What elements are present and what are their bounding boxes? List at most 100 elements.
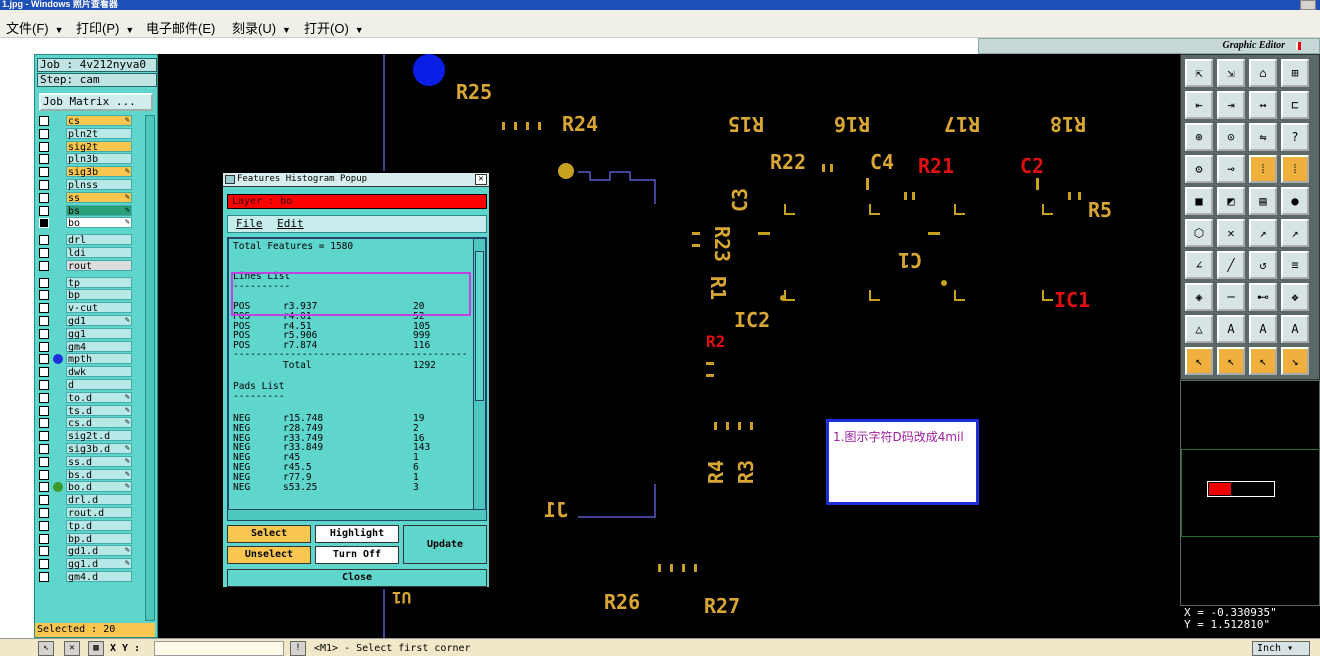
layer-checkbox[interactable]	[39, 167, 49, 178]
layer-checkbox[interactable]	[39, 180, 49, 190]
layer-row-gm4[interactable]: gm4	[39, 340, 143, 353]
menu-burn[interactable]: 刻录(U) ▼	[232, 18, 291, 37]
pointer-icon[interactable]: ↖	[1185, 347, 1213, 375]
pan-right-icon[interactable]: ⇥	[1217, 91, 1245, 119]
layer-row-ss[interactable]: ss ✎	[39, 191, 143, 204]
menu-email[interactable]: 电子邮件(E)	[146, 18, 215, 37]
layer-row-bp[interactable]: bp	[39, 289, 143, 301]
layer-row-sig2t[interactable]: sig2t	[39, 140, 143, 153]
layer-scrollbar[interactable]	[145, 115, 155, 621]
layer-checkbox[interactable]	[39, 192, 49, 203]
help-icon[interactable]: ?	[1281, 123, 1309, 151]
layer-row-ldi[interactable]: ldi	[39, 247, 143, 259]
delete-icon[interactable]: ✕	[1217, 219, 1245, 247]
horizontal-icon[interactable]: ─	[1217, 283, 1245, 311]
zoom-back-icon[interactable]: ↔	[1249, 91, 1277, 119]
xy-input[interactable]	[154, 641, 284, 656]
layer-checkbox[interactable]	[39, 218, 49, 229]
pan-left-icon[interactable]: ⇤	[1185, 91, 1213, 119]
layer-checkbox[interactable]	[39, 154, 49, 165]
move-icon[interactable]: ↗	[1249, 219, 1277, 247]
layer-row-bo.d[interactable]: bo.d ✎	[39, 481, 143, 493]
grid-icon[interactable]: ▦	[88, 641, 104, 656]
layer-row-cs.d[interactable]: cs.d ✎	[39, 417, 143, 429]
zoom-center-icon[interactable]: ⊙	[1217, 123, 1245, 151]
connect-icon[interactable]: ⊷	[1249, 283, 1277, 311]
close-icon[interactable]: ✕	[475, 174, 487, 185]
zoom-fit-icon[interactable]: ⊕	[1185, 123, 1213, 151]
layer-checkbox[interactable]	[39, 572, 49, 582]
layer-row-gm4.d[interactable]: gm4.d	[39, 571, 143, 583]
layer-row-ss.d[interactable]: ss.d ✎	[39, 455, 143, 468]
line-icon[interactable]: ╱	[1217, 251, 1245, 279]
layer-checkbox[interactable]	[39, 495, 49, 506]
pad-icon[interactable]: ●	[1281, 187, 1309, 215]
menu-print[interactable]: 打印(P) ▼	[76, 18, 134, 37]
ratio-icon[interactable]: ⇋	[1249, 123, 1277, 151]
net-icon[interactable]: ⬡	[1185, 219, 1213, 247]
layer-checkbox[interactable]	[39, 354, 49, 365]
layer-checkbox[interactable]	[39, 559, 49, 570]
layer-checkbox[interactable]	[39, 380, 49, 390]
layer-checkbox[interactable]	[39, 128, 49, 139]
layer-checkbox[interactable]	[39, 260, 49, 271]
cross-icon[interactable]: ✕	[64, 641, 80, 656]
layer-row-tp[interactable]: tp	[39, 276, 143, 289]
layer-row-pln2t[interactable]: pln2t	[39, 127, 143, 140]
close-button[interactable]: Close	[227, 569, 487, 587]
popup-menu-edit[interactable]: Edit	[277, 217, 304, 230]
layer-checkbox[interactable]	[39, 328, 49, 339]
text-box-icon[interactable]: A	[1281, 315, 1309, 343]
list-scrollbar[interactable]	[473, 239, 485, 509]
info-icon[interactable]: !	[290, 641, 306, 656]
layer-checkbox[interactable]	[39, 248, 49, 258]
layer-checkbox[interactable]	[39, 235, 49, 246]
layer-checkbox[interactable]	[39, 469, 49, 480]
layer-checkbox[interactable]	[39, 405, 49, 416]
layer-checkbox[interactable]	[39, 418, 49, 429]
layer-checkbox[interactable]	[39, 546, 49, 557]
layer-row-v-cut[interactable]: v-cut	[39, 302, 143, 314]
layer-row-rout.d[interactable]: rout.d	[39, 507, 143, 519]
layer-checkbox[interactable]	[39, 482, 49, 493]
layer-checkbox[interactable]	[39, 367, 49, 378]
layer-checkbox[interactable]	[39, 456, 49, 467]
layer-row-bs[interactable]: bs ✎	[39, 204, 143, 217]
stack-icon[interactable]: ≡	[1281, 251, 1309, 279]
scroll-thumb[interactable]	[475, 251, 484, 401]
fill-icon[interactable]: ■	[1185, 187, 1213, 215]
snap-icon[interactable]: ◈	[1185, 283, 1213, 311]
layer-row-bo[interactable]: bo ✎	[39, 217, 143, 229]
copy-icon[interactable]: ◩	[1217, 187, 1245, 215]
layer-row-sig3b[interactable]: sig3b ✎	[39, 166, 143, 178]
select-area-icon[interactable]: ↘	[1281, 347, 1309, 375]
layer-row-sig2t.d[interactable]: sig2t.d	[39, 430, 143, 442]
layer-row-gd1.d[interactable]: gd1.d ✎	[39, 545, 143, 557]
layer-checkbox[interactable]	[39, 508, 49, 518]
angle-icon[interactable]: ∠	[1185, 251, 1213, 279]
layer-row-tp.d[interactable]: tp.d	[39, 519, 143, 532]
unselect-button[interactable]: Unselect	[227, 546, 311, 564]
settings-icon[interactable]: ⚙	[1185, 155, 1213, 183]
layer-row-drl.d[interactable]: drl.d	[39, 494, 143, 506]
update-button[interactable]: Update	[403, 525, 487, 564]
pan-up-icon[interactable]: ⇱	[1185, 59, 1213, 87]
layer-checkbox[interactable]	[39, 303, 49, 314]
layer-checkbox[interactable]	[39, 141, 49, 152]
menu-open[interactable]: 打开(O) ▼	[304, 18, 364, 37]
layer-checkbox[interactable]	[39, 341, 49, 352]
layer-checkbox[interactable]	[39, 290, 49, 301]
popup-menu-file[interactable]: File	[236, 217, 263, 230]
pause-icon[interactable]	[1296, 42, 1301, 50]
layers-alt-icon[interactable]: ⁞	[1281, 155, 1309, 183]
text-icon[interactable]: A	[1217, 315, 1245, 343]
layer-row-bs.d[interactable]: bs.d ✎	[39, 468, 143, 481]
layer-row-gg1.d[interactable]: gg1.d ✎	[39, 558, 143, 570]
turn-off-button[interactable]: Turn Off	[315, 546, 399, 564]
layers-icon[interactable]: ⁞	[1249, 155, 1277, 183]
undo-icon[interactable]: ↺	[1249, 251, 1277, 279]
window-control-button[interactable]	[1300, 0, 1316, 10]
move-alt-icon[interactable]: ↗	[1281, 219, 1309, 247]
measure-icon[interactable]: ⊸	[1217, 155, 1245, 183]
fit-icon[interactable]: ⊞	[1281, 59, 1309, 87]
